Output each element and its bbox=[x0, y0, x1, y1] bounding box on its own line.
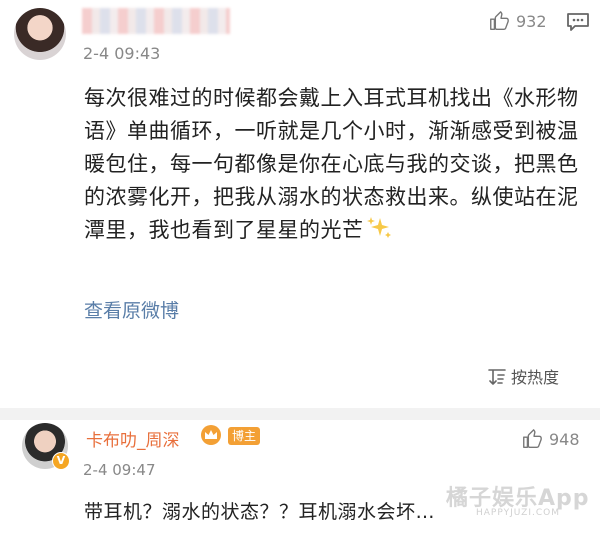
comment-text: 带耳机？溺水的状态？？耳机溺水会坏… bbox=[84, 501, 436, 523]
username-blurred[interactable] bbox=[82, 8, 230, 34]
sort-by-hot-button[interactable]: 按热度 bbox=[487, 365, 559, 387]
avatar[interactable] bbox=[14, 8, 66, 60]
sparkles-icon bbox=[366, 217, 391, 238]
timestamp: 2-4 09:43 bbox=[83, 44, 161, 63]
crown-icon bbox=[201, 425, 221, 445]
thumbs-up-icon bbox=[523, 429, 542, 448]
comment-icon[interactable] bbox=[566, 12, 590, 32]
like-button[interactable]: 932 bbox=[488, 10, 547, 32]
divider bbox=[0, 408, 600, 420]
view-original-link[interactable]: 查看原微博 bbox=[84, 296, 179, 323]
like-count: 948 bbox=[549, 429, 580, 449]
like-button[interactable]: 948 bbox=[521, 428, 580, 450]
sort-icon bbox=[488, 369, 506, 385]
thumbs-up-icon bbox=[490, 11, 509, 30]
like-count: 932 bbox=[516, 11, 547, 31]
timestamp: 2-4 09:47 bbox=[83, 461, 156, 479]
comment-text: 每次很难过的时候都会戴上入耳式耳机找出《水形物语》单曲循环，一听就是几个小时，渐… bbox=[84, 82, 584, 247]
username[interactable]: 卡布叻_周深 bbox=[86, 426, 180, 451]
sort-label: 按热度 bbox=[511, 368, 560, 387]
comment-body: 每次很难过的时候都会戴上入耳式耳机找出《水形物语》单曲循环，一听就是几个小时，渐… bbox=[84, 86, 579, 242]
watermark-url: HAPPYJUZI.COM bbox=[476, 508, 560, 518]
verified-icon: V bbox=[52, 452, 70, 470]
blogger-badge: 博主 bbox=[228, 427, 261, 445]
